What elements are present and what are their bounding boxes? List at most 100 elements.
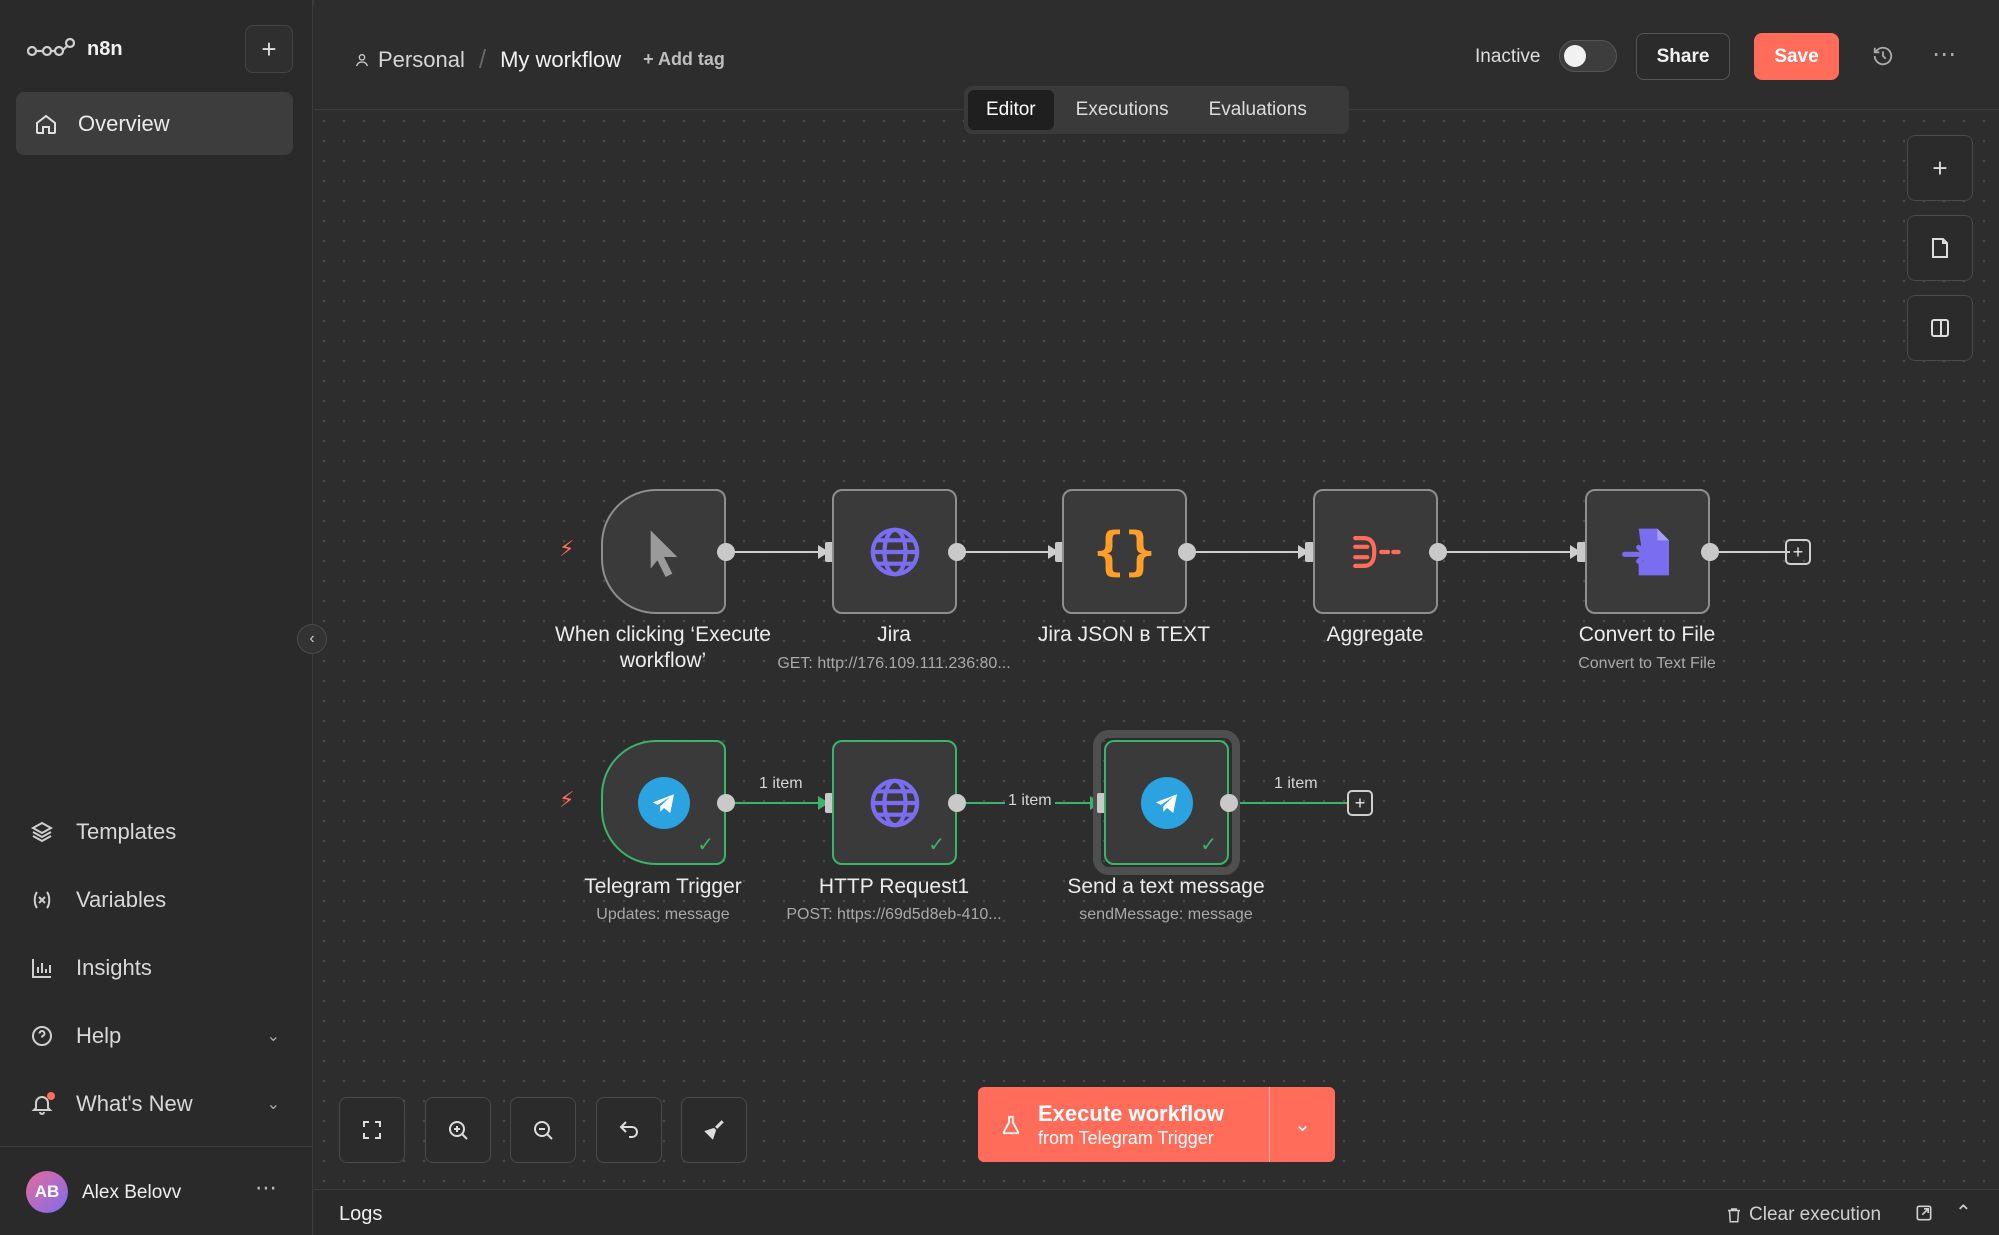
- tab-executions[interactable]: Executions: [1058, 90, 1187, 130]
- share-button[interactable]: Share: [1636, 33, 1730, 80]
- output-port[interactable]: [1701, 543, 1719, 561]
- more-icon[interactable]: ⋯: [255, 1175, 277, 1201]
- create-button[interactable]: +: [245, 25, 293, 73]
- app-name: n8n: [87, 37, 123, 60]
- add-node-button[interactable]: +: [1907, 135, 1973, 201]
- sidebar-item-whats-new[interactable]: What's New ⌄: [30, 1084, 280, 1124]
- execute-workflow-button[interactable]: Execute workflow from Telegram Trigger ⌄: [978, 1087, 1335, 1162]
- node-http-request1[interactable]: ✓: [832, 740, 957, 865]
- logo[interactable]: n8n: [27, 37, 123, 61]
- logs-title[interactable]: Logs: [339, 1203, 382, 1226]
- output-port[interactable]: [717, 543, 735, 561]
- home-icon: [36, 114, 56, 134]
- node-label: Aggregate: [1326, 623, 1424, 646]
- add-next-node-button[interactable]: +: [1347, 790, 1373, 816]
- fit-view-button[interactable]: [339, 1097, 405, 1163]
- code-braces-icon: {}: [1093, 521, 1156, 582]
- connection-line: [957, 551, 1057, 553]
- node-jira[interactable]: [832, 489, 957, 614]
- sidebar-item-variables[interactable]: Variables: [30, 880, 280, 920]
- chevron-left-icon: ‹: [309, 630, 315, 647]
- telegram-icon: [1140, 776, 1193, 829]
- zoom-out-button[interactable]: [510, 1097, 576, 1163]
- sidebar-item-help[interactable]: Help ⌄: [30, 1016, 280, 1056]
- telegram-icon: [637, 776, 690, 829]
- sidebar-item-templates[interactable]: Templates: [30, 812, 280, 852]
- history-icon[interactable]: [1872, 45, 1894, 73]
- tab-editor[interactable]: Editor: [968, 90, 1054, 130]
- execute-main[interactable]: Execute workflow from Telegram Trigger: [978, 1087, 1270, 1162]
- items-count-label: 1 item: [756, 775, 806, 793]
- file-icon: [1621, 528, 1669, 575]
- trash-icon: [1728, 1208, 1740, 1223]
- active-toggle[interactable]: [1559, 40, 1617, 72]
- fit-view-icon: [363, 1121, 381, 1139]
- collapse-sidebar-button[interactable]: ‹: [297, 624, 327, 654]
- sidebar-item-label: Help: [76, 1023, 122, 1048]
- output-port[interactable]: [1429, 543, 1447, 561]
- sidebar-item-insights[interactable]: Insights: [30, 948, 280, 988]
- node-send-text-message[interactable]: ✓: [1104, 740, 1229, 865]
- tidy-up-button[interactable]: [681, 1097, 747, 1163]
- node-telegram-trigger[interactable]: ✓: [601, 740, 726, 865]
- globe-icon: [870, 778, 919, 827]
- output-port[interactable]: [1220, 794, 1238, 812]
- cursor-icon: [650, 529, 677, 577]
- panel-icon: [1931, 319, 1949, 337]
- project-link[interactable]: Personal: [378, 47, 465, 73]
- sticky-note-button[interactable]: [1907, 215, 1973, 281]
- more-options-icon[interactable]: ⋯: [1932, 40, 1956, 69]
- execute-subtitle: from Telegram Trigger: [1038, 1127, 1214, 1148]
- chevron-down-icon: ⌄: [266, 1096, 280, 1113]
- add-tag-button[interactable]: + Add tag: [643, 49, 725, 70]
- plus-icon: +: [1932, 152, 1948, 183]
- node-label: Jira JSON в TEXT: [1037, 623, 1211, 646]
- save-button[interactable]: Save: [1754, 33, 1839, 80]
- node-convert-to-file[interactable]: [1585, 489, 1710, 614]
- success-check-icon: ✓: [697, 834, 714, 856]
- node-aggregate[interactable]: [1313, 489, 1438, 614]
- sidebar-item-label: What's New: [76, 1091, 193, 1116]
- sidebar-item-overview[interactable]: Overview: [16, 92, 293, 155]
- items-count-label: 1 item: [1005, 792, 1055, 810]
- add-next-node-button[interactable]: +: [1785, 539, 1811, 565]
- avatar[interactable]: AB: [26, 1171, 68, 1213]
- pop-out-icon[interactable]: [1914, 1203, 1934, 1228]
- node-manual-trigger[interactable]: [601, 489, 726, 614]
- node-subtitle: POST: https://69d5d8eb-410...: [786, 906, 1002, 923]
- note-icon: [1932, 238, 1948, 258]
- bell-icon: [30, 1092, 55, 1116]
- node-code[interactable]: {}: [1062, 489, 1187, 614]
- sidebar-item-label: Insights: [76, 955, 152, 980]
- clear-execution-button[interactable]: Clear execution: [1725, 1204, 1881, 1226]
- n8n-logo-icon: [27, 37, 75, 57]
- trigger-bolt-icon: ⚡: [559, 536, 575, 561]
- output-port[interactable]: [1178, 543, 1196, 561]
- user-footer: AB Alex Belovv ⋯: [0, 1146, 313, 1235]
- breadcrumb: Personal / My workflow + Add tag: [354, 44, 725, 75]
- node-label: Telegram Trigger: [584, 875, 742, 898]
- undo-button[interactable]: [596, 1097, 662, 1163]
- output-port[interactable]: [717, 794, 735, 812]
- zoom-in-button[interactable]: [425, 1097, 491, 1163]
- toggle-knob: [1564, 45, 1586, 67]
- workflow-name[interactable]: My workflow: [500, 47, 621, 73]
- status-label: Inactive: [1475, 46, 1541, 67]
- chevron-up-icon[interactable]: ⌃: [1955, 1200, 1972, 1225]
- plus-icon: +: [1354, 793, 1366, 813]
- templates-icon: [30, 821, 54, 843]
- user-name: Alex Belovv: [82, 1182, 182, 1203]
- chevron-down-icon[interactable]: ⌄: [1270, 1112, 1335, 1137]
- items-count-label: 1 item: [1271, 775, 1321, 793]
- node-subtitle: GET: http://176.109.111.236:80...: [777, 655, 1011, 672]
- connection-line: [1713, 551, 1790, 553]
- breadcrumb-separator: /: [478, 44, 487, 74]
- flask-icon: [1002, 1115, 1020, 1134]
- trigger-bolt-icon: ⚡: [559, 787, 575, 812]
- plus-icon: +: [1792, 542, 1804, 562]
- tab-evaluations[interactable]: Evaluations: [1191, 90, 1325, 130]
- output-port[interactable]: [948, 543, 966, 561]
- output-port[interactable]: [948, 794, 966, 812]
- toggle-panel-button[interactable]: [1907, 295, 1973, 361]
- node-label: Convert to File: [1578, 623, 1716, 646]
